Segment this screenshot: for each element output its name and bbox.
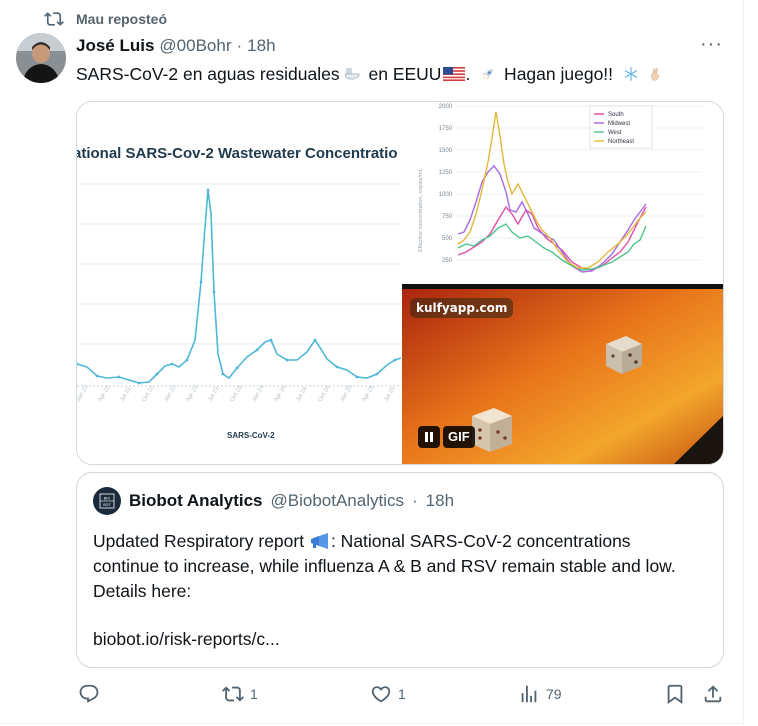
like-button[interactable]: 1 [370, 683, 406, 705]
svg-text:BIO: BIO [104, 497, 111, 501]
views-count: 79 [546, 686, 562, 702]
timeline-right-border [743, 0, 744, 726]
gif-watermark: kulfyapp.com [410, 298, 514, 318]
legend-south: South [608, 112, 624, 118]
bookmark-icon [667, 684, 683, 705]
megaphone-icon [310, 533, 328, 549]
rocket-icon [483, 69, 494, 79]
svg-text:Jul 22: Jul 22 [120, 386, 134, 403]
quoted-tweet-text: Updated Respiratory report : National SA… [93, 531, 676, 601]
share-icon [704, 685, 722, 703]
pause-button[interactable] [418, 426, 440, 448]
dice-gif[interactable]: kulfyapp.com GIF [402, 284, 723, 464]
gif-controls: GIF [418, 426, 475, 448]
legend-west: West [608, 130, 622, 136]
tweet-text-part: en EEUU [368, 64, 442, 84]
separator-dot: · [236, 36, 243, 55]
quoted-timestamp: 18h [425, 491, 455, 510]
media-grid[interactable]: ational SARS-Cov-2 Wastewater Concentrat… [76, 101, 724, 465]
quoted-author-handle: @BiobotAnalytics [270, 491, 405, 510]
quoted-author-avatar: BIO BOT [93, 487, 121, 515]
gif-badge: GIF [443, 426, 475, 448]
tweet-text-part: Hagan juego!! [499, 64, 618, 84]
svg-text:Jul 24: Jul 24 [296, 386, 310, 403]
repost-label: Mau reposteó [76, 11, 168, 27]
snowflake-icon [624, 67, 638, 81]
author-avatar[interactable] [16, 33, 66, 83]
svg-text:1250: 1250 [439, 170, 453, 176]
quoted-tweet-header: BIO BOT Biobot Analytics @BiobotAnalytic… [93, 487, 454, 515]
svg-text:Apr 24: Apr 24 [274, 384, 288, 403]
svg-text:2000: 2000 [439, 104, 453, 110]
svg-text:BOT: BOT [103, 503, 111, 507]
legend-northeast: Northeast [608, 139, 634, 145]
repost-button[interactable]: 1 [222, 683, 258, 705]
svg-text:Jan 22: Jan 22 [77, 384, 90, 403]
repost-icon [222, 686, 244, 702]
tweet-divider [0, 723, 744, 724]
left-chart-title: ational SARS-Cov-2 Wastewater Concentrat… [77, 145, 398, 162]
tweet-timestamp[interactable]: 18h [247, 36, 275, 56]
tweet-text-part: SARS-CoV-2 en aguas residuales [76, 64, 340, 84]
more-options-icon[interactable]: ··· [700, 34, 723, 54]
svg-text:Oct 22: Oct 22 [142, 384, 156, 403]
toilet-icon [344, 67, 360, 81]
svg-text:Apr 23: Apr 23 [186, 384, 200, 403]
wastewater-chart-image[interactable]: ational SARS-Cov-2 Wastewater Concentrat… [77, 102, 402, 464]
svg-text:1500: 1500 [439, 148, 453, 154]
views-icon [521, 685, 537, 703]
svg-text:Jul 25: Jul 25 [384, 386, 398, 403]
reply-button[interactable] [78, 683, 106, 705]
svg-text:500: 500 [442, 236, 453, 242]
right-chart-ylabel: Effective concentration, copies/mL [418, 168, 424, 252]
left-chart-legend: SARS-CoV-2 [227, 431, 275, 440]
svg-text:Apr 25: Apr 25 [362, 384, 376, 403]
legend-midwest: Midwest [608, 121, 630, 127]
svg-text:750: 750 [442, 214, 453, 220]
svg-text:Oct 24: Oct 24 [318, 384, 332, 403]
svg-text:1000: 1000 [439, 192, 453, 198]
share-button[interactable] [702, 683, 724, 705]
tweet-text-part: . [465, 64, 476, 84]
quoted-tweet[interactable]: BIO BOT Biobot Analytics @BiobotAnalytic… [76, 472, 724, 668]
svg-text:1750: 1750 [439, 126, 453, 132]
tweet-actions: 1 1 79 [76, 683, 726, 709]
pause-icon [425, 432, 433, 442]
svg-text:Apr 22: Apr 22 [98, 384, 112, 403]
quoted-tweet-link[interactable]: biobot.io/risk-reports/c... [93, 629, 280, 650]
us-flag-icon [443, 67, 466, 81]
svg-text:Jan 25: Jan 25 [340, 384, 355, 403]
author-name[interactable]: José Luis [76, 36, 154, 56]
tweet-header: José Luis @00Bohr · 18h [76, 36, 276, 56]
svg-text:Oct 23: Oct 23 [230, 384, 244, 403]
svg-text:Jan 23: Jan 23 [164, 384, 179, 403]
separator-dot: · [412, 491, 418, 510]
quoted-author-name: Biobot Analytics [129, 491, 263, 510]
like-count: 1 [398, 686, 406, 702]
author-handle[interactable]: @00Bohr [159, 36, 231, 56]
repost-count: 1 [250, 686, 258, 702]
repost-context[interactable]: Mau reposteó [44, 9, 167, 29]
crossed-fingers-icon [650, 67, 659, 81]
heart-icon [371, 686, 391, 703]
tweet-text: SARS-CoV-2 en aguas residuales en EEUU. … [76, 64, 666, 85]
regional-chart-image[interactable]: 2000 1750 1500 1250 1000 750 500 250 Eff… [402, 102, 723, 284]
bookmark-button[interactable] [664, 683, 686, 705]
svg-text:250: 250 [442, 258, 453, 264]
svg-text:Jan 24: Jan 24 [252, 384, 267, 403]
repost-icon [44, 12, 64, 26]
views-button[interactable]: 79 [518, 683, 562, 705]
biobot-logo-icon: BIO BOT [99, 493, 115, 509]
reply-icon [79, 684, 99, 703]
svg-text:Jul 23: Jul 23 [208, 386, 222, 403]
